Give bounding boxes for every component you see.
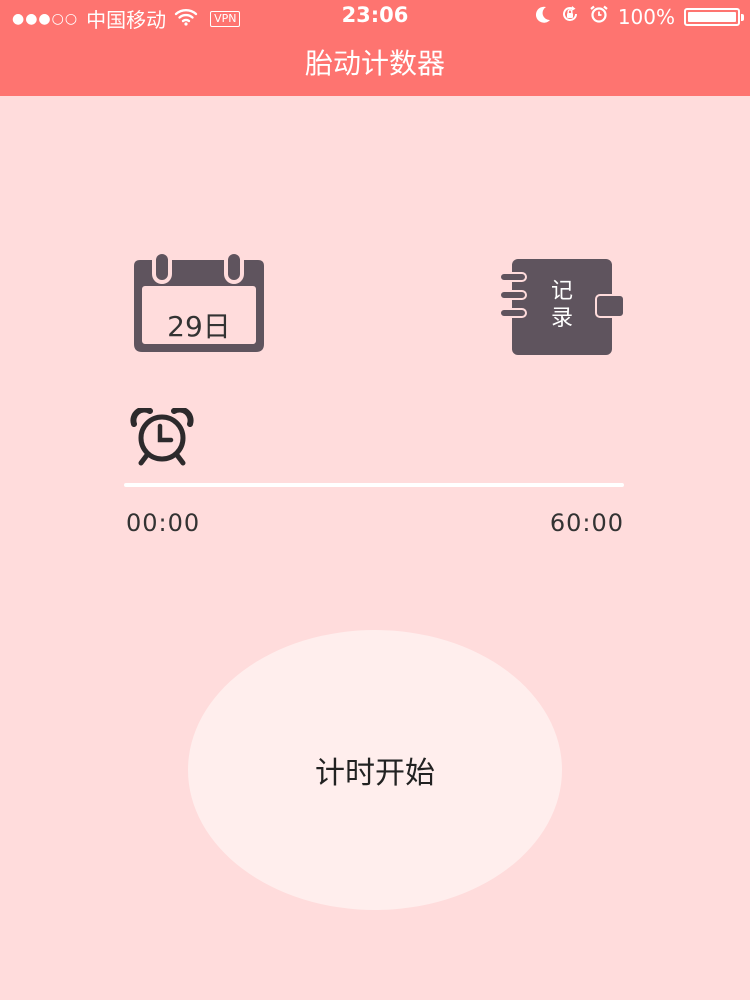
battery-percent: 100% [617,4,675,29]
alarm-clock-icon [130,408,194,466]
start-timer-label: 计时开始 [315,756,435,791]
alarm-icon [589,4,609,29]
record-label: 记 录 [537,278,587,332]
record-label-line1: 记 [550,279,573,304]
start-timer-button[interactable]: 计时开始 [188,630,562,910]
timer-progress-bar [124,483,624,487]
battery-icon [684,7,744,26]
timer-start-time: 00:00 [126,509,201,537]
record-label-line2: 录 [550,306,573,331]
timer-end-time: 60:00 [549,509,624,537]
status-bar: ●●●○○ 中国移动 VPN 23:06 100% [0,0,750,32]
calendar-day-label: 29日 [167,310,231,343]
moon-icon [535,5,551,29]
nav-title: 胎动计数器 [0,32,750,96]
rotation-lock-icon [560,4,580,29]
status-right: 100% [535,4,744,29]
